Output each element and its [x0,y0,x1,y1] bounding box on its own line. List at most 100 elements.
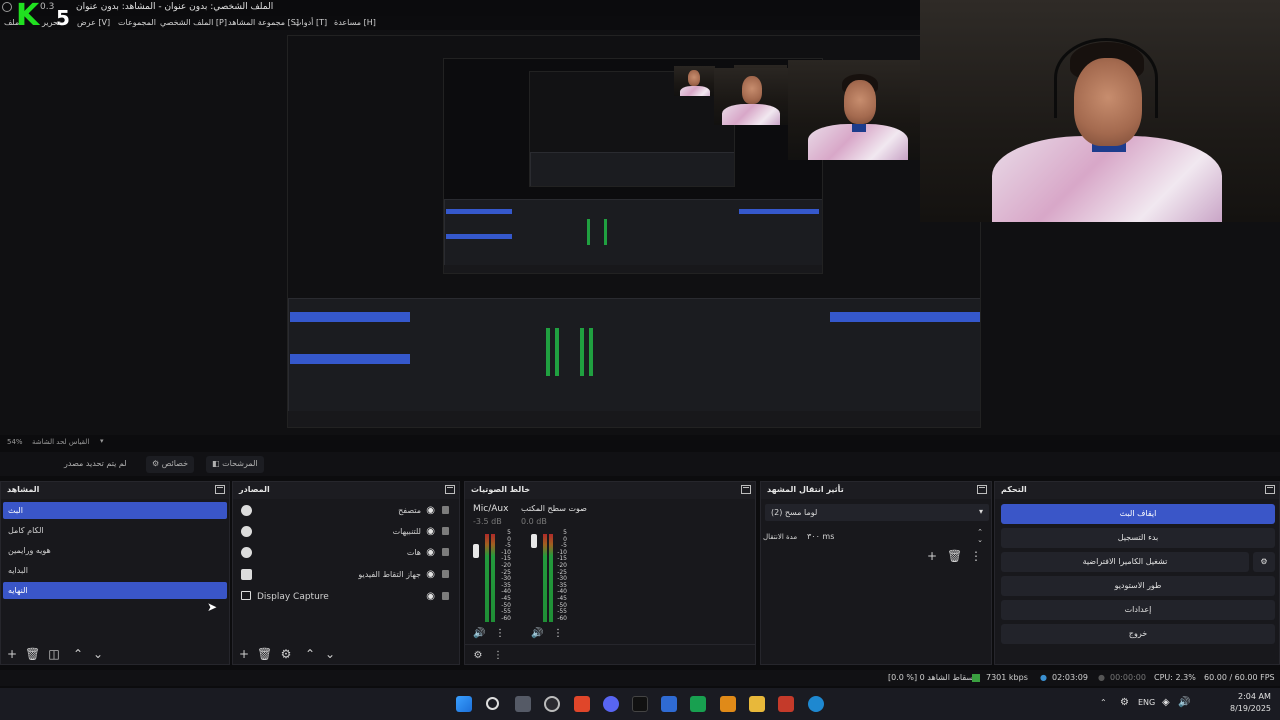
stop-stream-button[interactable]: ايقاف البث [1001,504,1275,524]
lock-icon[interactable] [442,548,449,556]
windows-start-icon[interactable] [456,696,472,712]
audio-mixer-dock: خالط الصوتيات Mic/Aux -3.5 dB صوت سطح ال… [464,481,756,665]
tiktok-icon[interactable] [632,696,648,712]
mixer-settings-icon[interactable]: ⚙ [471,650,485,662]
obs-icon[interactable] [544,696,560,712]
duration-input[interactable]: ٣٠٠ ms ⌃ ⌄ [801,528,989,545]
settings-button[interactable]: إعدادات [1001,600,1275,620]
app-icon-2[interactable] [778,696,794,712]
dock-float-icon[interactable] [215,485,225,494]
dock-float-icon[interactable] [741,485,751,494]
desktop-menu-icon[interactable]: ⋮ [553,628,563,639]
scene-item[interactable]: النهايه [3,582,227,599]
virtual-camera-settings-button[interactable]: ⚙ [1253,552,1275,572]
dock-float-icon[interactable] [1265,485,1275,494]
lock-icon[interactable] [442,527,449,535]
desktop-channel-name: صوت سطح المكتب [521,504,587,513]
zoom-level[interactable]: 54% [7,438,23,446]
status-bar: [0.0 %] إسقاط الشاهد 0 7301 kbps ● 02:03… [0,670,1280,686]
lock-icon[interactable] [442,570,449,578]
tray-chevron-icon[interactable]: ⌃ [1100,698,1107,707]
lock-icon[interactable] [442,506,449,514]
clock-time[interactable]: 2:04 AM [1238,692,1271,701]
globe-icon [241,526,252,537]
mic-volume-slider[interactable] [473,544,479,558]
controls-dock: التحكم ايقاف البث بدء التسجيل تشغيل الكا… [994,481,1280,665]
scene-item[interactable]: هويه ورايمين [3,542,227,559]
move-up-button[interactable]: ⌃ [303,648,317,660]
app-icon[interactable] [720,696,736,712]
globe-icon [241,505,252,516]
edge-icon[interactable] [808,696,824,712]
zoom-dropdown-icon[interactable]: ▾ [100,437,104,445]
move-down-button[interactable]: ⌄ [91,648,105,660]
source-item[interactable]: هات ◉ [237,544,455,562]
zoom-mode-label[interactable]: القياس لحد الشاشة [32,438,89,446]
transition-select[interactable]: (2) لوما مسح ▾ [765,504,989,521]
remove-scene-button[interactable]: 🗑 [25,648,40,660]
properties-button[interactable]: ⚙ خصائص [146,456,195,473]
clock-date[interactable]: 8/19/2025 [1230,704,1271,713]
virtual-camera-button[interactable]: تشغيل الكاميرا الافتراضية [1001,552,1249,572]
filters-button[interactable]: ◧ المرشحات [206,456,264,473]
obs-app-icon [2,2,12,12]
menu-profile[interactable]: الملف الشخصي [P] [160,18,227,27]
source-item[interactable]: Display Capture ◉ [237,588,455,606]
search-icon[interactable] [486,697,499,710]
language-indicator[interactable]: ENG [1138,698,1155,707]
scenes-title: المشاهد [1,482,229,499]
add-source-button[interactable]: + [237,648,251,660]
menu-collections[interactable]: المجموعات [118,18,156,27]
studio-mode-button[interactable]: طور الاستوديو [1001,576,1275,596]
exit-button[interactable]: خروج [1001,624,1275,644]
eye-icon[interactable]: ◉ [426,505,435,516]
volume-icon[interactable]: 🔊 [1178,697,1190,708]
eye-icon[interactable]: ◉ [426,591,435,602]
store-icon[interactable] [661,696,677,712]
eye-icon[interactable]: ◉ [426,526,435,537]
mic-menu-icon[interactable]: ⋮ [495,628,505,639]
discord-icon[interactable] [603,696,619,712]
source-item[interactable]: للتنبيهات ◉ [237,523,455,541]
mixer-menu-icon[interactable]: ⋮ [491,650,505,662]
source-item[interactable]: متصفح ◉ [237,502,455,520]
menu-edit[interactable]: تحرير [42,18,60,27]
menu-help[interactable]: مساعدة [H] [334,18,376,27]
desktop-speaker-icon[interactable]: 🔊 [531,628,543,639]
scene-item[interactable]: البدايه [3,562,227,579]
stream-icon: ● [1040,673,1047,682]
transition-menu-button[interactable]: ⋮ [969,550,983,562]
network-icon[interactable]: ◈ [1162,697,1170,708]
controls-title: التحكم [995,482,1279,499]
scene-item[interactable]: البث [3,502,227,519]
mic-speaker-icon[interactable]: 🔊 [473,628,485,639]
menu-scene-collection[interactable]: مجموعة المشاهد [S] [228,18,299,27]
remove-source-button[interactable]: 🗑 [257,648,272,660]
dock-float-icon[interactable] [977,485,987,494]
remove-transition-button[interactable]: 🗑 [947,550,962,562]
stream-time: 02:03:09 [1052,673,1088,682]
task-view-icon[interactable] [515,696,531,712]
eye-icon[interactable]: ◉ [426,547,435,558]
menu-file[interactable]: ملف [4,18,19,27]
menu-view[interactable]: عرض [V] [77,18,110,27]
camera-icon [241,569,252,580]
scene-item[interactable]: الكام كامل [3,522,227,539]
scene-filters-button[interactable]: ◫ [47,648,61,660]
move-up-button[interactable]: ⌃ [71,648,85,660]
eye-icon[interactable]: ◉ [426,569,435,580]
dock-float-icon[interactable] [445,485,455,494]
move-down-button[interactable]: ⌄ [323,648,337,660]
add-scene-button[interactable]: + [5,648,19,660]
desktop-volume-slider[interactable] [531,534,537,548]
spin-arrows-icon[interactable]: ⌃ ⌄ [977,528,983,544]
settings-tray-icon[interactable]: ⚙ [1120,697,1129,708]
source-properties-button[interactable]: ⚙ [279,648,293,660]
xbox-icon[interactable] [690,696,706,712]
source-item[interactable]: جهاز التقاط الفيديو ◉ [237,566,455,584]
file-explorer-icon[interactable] [749,696,765,712]
brave-icon[interactable] [574,696,590,712]
add-transition-button[interactable]: + [925,550,939,562]
lock-icon[interactable] [442,592,449,600]
start-record-button[interactable]: بدء التسجيل [1001,528,1275,548]
